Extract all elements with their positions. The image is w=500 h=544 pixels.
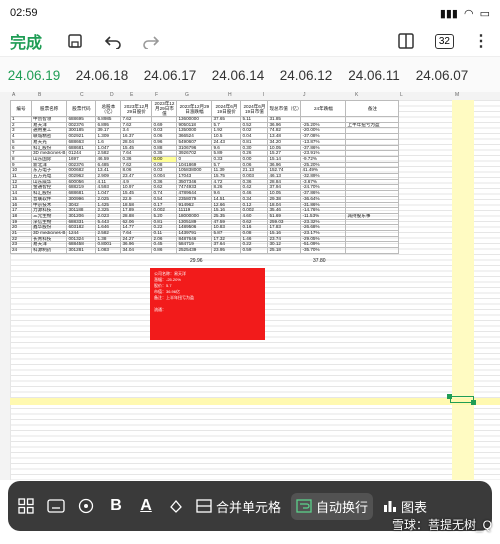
split-view-icon[interactable] <box>397 32 415 50</box>
tab-sheet-2[interactable]: 24.06.18 <box>68 68 136 83</box>
more-icon[interactable]: ⋮ <box>472 32 490 50</box>
wrap-text-label: 自动换行 <box>316 499 369 515</box>
column-letter-G[interactable]: G <box>185 92 189 98</box>
keyboard-icon[interactable] <box>46 496 66 516</box>
header-cell[interactable]: 2024年6月19日股价 <box>211 100 242 117</box>
table-cell[interactable]: 3D medicines-B <box>30 150 68 157</box>
spreadsheet-grid[interactable]: ABCDEFGHIJKLM 编号 股票名称 股票代码 总股本（亿） 2023年12月29… <box>0 92 500 480</box>
undo-icon[interactable] <box>104 32 122 50</box>
table-cell[interactable]: 24 <box>10 247 32 254</box>
sheet-tabs: 24.06.19 24.06.18 24.06.17 24.06.14 24.0… <box>0 56 500 94</box>
tab-sheet-5[interactable]: 24.06.12 <box>272 68 340 83</box>
chart-label: 图表 <box>401 499 428 515</box>
battery-icon: ▭ <box>479 7 490 20</box>
header-cell[interactable]: 2024年6月19日市值 <box>240 100 269 117</box>
column-letter-I[interactable]: I <box>263 92 264 98</box>
column-letter-L[interactable]: L <box>400 92 403 98</box>
signal-icon: ▮▮▮ <box>439 7 458 20</box>
sheet-count-badge[interactable]: 32 <box>434 33 454 49</box>
selection-handle-left[interactable] <box>447 394 452 399</box>
merge-cells-button[interactable]: 合并单元格 <box>196 497 281 516</box>
save-icon[interactable] <box>66 32 84 50</box>
merge-cells-icon <box>196 499 212 513</box>
table-cell[interactable]: 34.04 <box>120 247 153 254</box>
table-cell[interactable]: 23.95 <box>211 247 242 254</box>
column-letter-J[interactable]: J <box>303 92 306 98</box>
fill-color-icon[interactable] <box>166 496 186 516</box>
tab-sheet-1[interactable]: 24.06.19 <box>0 68 68 83</box>
header-cell[interactable]: 2023年12月29日股价 <box>120 100 153 117</box>
header-cell[interactable]: 编号 <box>10 100 32 117</box>
wrap-text-icon <box>296 499 312 513</box>
header-cell[interactable]: 总股本（亿） <box>95 100 122 117</box>
column-letter-E[interactable]: E <box>130 92 133 98</box>
bold-icon[interactable]: B <box>106 496 126 516</box>
apps-icon[interactable] <box>16 496 36 516</box>
column-letter-H[interactable]: H <box>228 92 232 98</box>
watermark: 雪球：菩提无树_Q <box>391 518 492 532</box>
table-cell[interactable]: 301281 <box>66 247 97 254</box>
table-cell[interactable]: -35.70% <box>300 247 347 254</box>
total-cell-i[interactable]: 37.80 <box>313 258 326 264</box>
header-cell[interactable]: 股票代码 <box>66 100 97 117</box>
header-cell[interactable]: 备注 <box>345 100 400 117</box>
chart-icon <box>384 501 397 512</box>
done-button[interactable]: 完成 <box>10 29 42 53</box>
column-letter-A[interactable]: A <box>12 92 15 98</box>
red-block-line: 流通： <box>154 307 166 312</box>
column-letter-B[interactable]: B <box>38 92 41 98</box>
column-letter-M[interactable]: M <box>455 92 459 98</box>
table-cell[interactable]: 2525439 <box>176 247 213 254</box>
tab-sheet-3[interactable]: 24.06.17 <box>136 68 204 83</box>
table-header-row: 编号 股票名称 股票代码 总股本（亿） 2023年12月29日股价 2023年12月29日… <box>10 100 400 117</box>
data-table[interactable]: 编号 股票名称 股票代码 总股本（亿） 2023年12月29日股价 2023年12月29日… <box>10 100 400 254</box>
red-highlight-block[interactable]: 公司名称：易天洋 涨幅：-25.20% 股价：5.7 市值：36.96亿 备注：上半年扭… <box>150 268 265 340</box>
table-cell[interactable]: 3D medicines-B <box>30 230 68 237</box>
table-row: 24 科源制药 301281 1.083 34.04 0.86 2525439 23.95 0.… <box>10 247 400 254</box>
header-cell[interactable]: 现总市值（亿） <box>267 100 302 117</box>
header-cell[interactable]: 股票名称 <box>30 100 68 117</box>
red-block-line: 备注：上半年扭亏为盈 <box>154 295 194 300</box>
header-cell[interactable]: 2023年12月29日市值 <box>151 100 178 117</box>
wifi-icon: ◠ <box>463 7 474 20</box>
column-letter-F[interactable]: F <box>155 92 158 98</box>
tab-sheet-4[interactable]: 24.06.14 <box>204 68 272 83</box>
header-cell[interactable]: 2023年12月29日涨跌幅 <box>176 100 213 117</box>
table-cell[interactable] <box>345 247 400 254</box>
selected-row-highlight <box>10 398 500 405</box>
text-color-icon[interactable]: A <box>136 496 156 516</box>
column-letter-K[interactable]: K <box>355 92 358 98</box>
selected-column-highlight <box>452 100 474 480</box>
table-cell[interactable]: 0.86 <box>151 247 178 254</box>
table-cell[interactable]: 1.083 <box>95 247 122 254</box>
redo-icon[interactable] <box>142 32 160 50</box>
palette-icon[interactable] <box>76 496 96 516</box>
merge-cells-label: 合并单元格 <box>216 499 282 515</box>
tab-sheet-7[interactable]: 24.06.07 <box>408 68 476 83</box>
table-cell[interactable]: 科源制药 <box>30 247 68 254</box>
chart-button[interactable]: 图表 <box>383 497 427 516</box>
status-time: 02:59 <box>10 7 38 19</box>
selection-handle-right[interactable] <box>471 400 476 405</box>
table-cell[interactable]: 25.18 <box>267 247 302 254</box>
column-letter-C[interactable]: C <box>80 92 84 98</box>
top-toolbar: 完成 32 ⋮ <box>0 26 500 56</box>
tab-sheet-6[interactable]: 24.06.11 <box>340 68 408 83</box>
wrap-text-button[interactable]: 自动换行 <box>291 492 374 520</box>
column-letter-D[interactable]: D <box>110 92 114 98</box>
header-cell[interactable]: 24年跌幅 <box>300 100 347 117</box>
table-cell[interactable]: 0.59 <box>240 247 269 254</box>
total-cell-f[interactable]: 29.96 <box>190 258 203 264</box>
status-bar: 02:59 ▮▮▮ ◠ ▭ <box>0 0 500 26</box>
